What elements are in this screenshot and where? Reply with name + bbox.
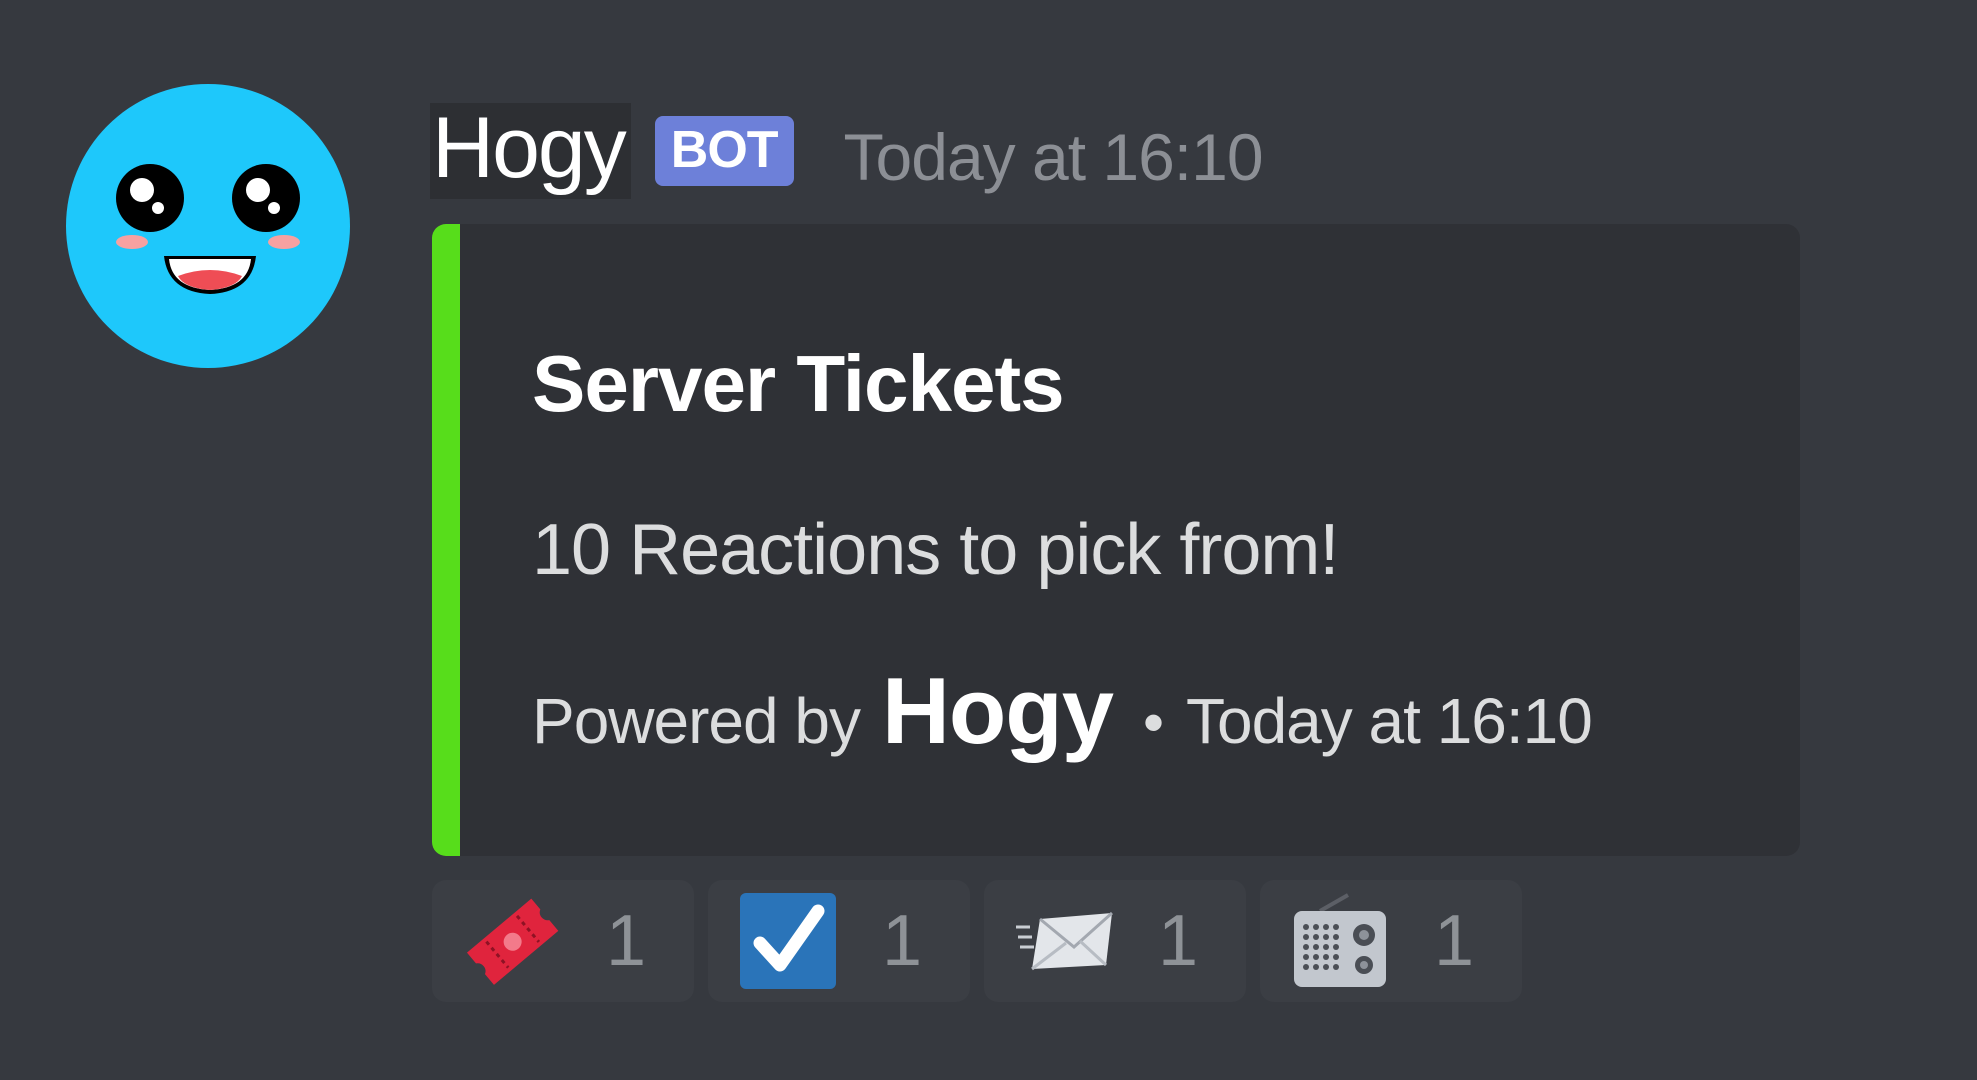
embed-description: 10 Reactions to pick from! — [532, 510, 1339, 590]
reaction-radio[interactable]: 1 — [1260, 880, 1522, 1002]
check-box-icon — [740, 893, 836, 989]
reactions-bar: 1 1 1 1 — [432, 880, 1522, 1002]
footer-name: Hogy — [881, 658, 1114, 763]
ticket-icon — [466, 898, 559, 985]
smiley-face-avatar-icon — [116, 164, 300, 294]
message-timestamp: Today at 16:10 — [843, 120, 1264, 194]
avatar[interactable] — [66, 84, 350, 368]
reaction-count: 1 — [882, 901, 923, 981]
reaction-count: 1 — [1434, 901, 1475, 981]
embed-title: Server Tickets — [532, 339, 1065, 428]
embed-footer: Powered by Hogy • Today at 16:10 — [532, 658, 1593, 763]
embed-accent-bar — [432, 224, 460, 856]
reaction-check-box[interactable]: 1 — [708, 880, 970, 1002]
bot-badge: BOT — [654, 116, 794, 186]
reaction-count: 1 — [1158, 901, 1199, 981]
reaction-incoming-envelope[interactable]: 1 — [984, 880, 1246, 1002]
incoming-envelope-icon — [1016, 911, 1114, 971]
chat-message: Hogy BOT Today at 16:10 Server Tickets 1… — [0, 0, 1977, 1080]
embed: Server Tickets 10 Reactions to pick from… — [432, 224, 1800, 856]
reaction-count: 1 — [606, 901, 647, 981]
footer-text: Powered by — [532, 685, 861, 757]
message-header: Hogy BOT Today at 16:10 — [430, 96, 1264, 206]
radio-icon — [1294, 893, 1386, 987]
footer-timestamp: Today at 16:10 — [1185, 685, 1593, 757]
footer-separator: • — [1142, 689, 1164, 756]
reaction-ticket[interactable]: 1 — [432, 880, 694, 1002]
username[interactable]: Hogy — [430, 103, 631, 199]
